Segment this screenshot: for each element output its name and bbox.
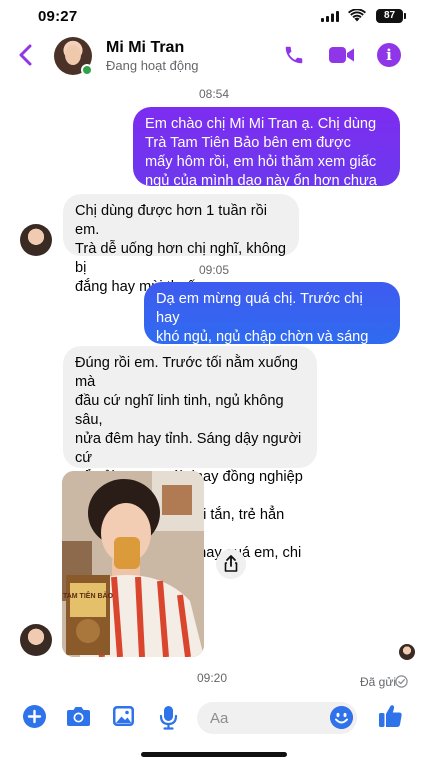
seen-avatar: [399, 644, 415, 660]
photo-image: TAM TIÊN BẢO: [62, 471, 204, 657]
back-icon[interactable]: [18, 44, 34, 66]
home-indicator: [141, 752, 287, 757]
video-icon[interactable]: [329, 46, 355, 64]
status-time: 09:27: [38, 8, 78, 25]
timestamp: 09:05: [198, 263, 230, 277]
contact-name[interactable]: Mi Mi Tran: [106, 39, 184, 57]
outgoing-message[interactable]: Dạ em mừng quá chị. Trước chị hay khó ng…: [144, 282, 400, 383]
chat-header: Mi Mi Tran Đang hoạt động i: [0, 32, 428, 82]
status-bar: 09:27 87: [0, 0, 428, 32]
battery-indicator: 87: [376, 9, 406, 23]
sent-status: Đã gửi: [360, 675, 397, 689]
shared-photo[interactable]: TAM TIÊN BẢO: [62, 471, 204, 657]
sent-check-icon: [395, 675, 408, 688]
timestamp: 08:54: [198, 87, 230, 101]
share-icon[interactable]: [216, 549, 246, 579]
composer-bar: [0, 698, 428, 738]
package-label: TAM TIÊN BẢO: [63, 591, 114, 600]
call-icon[interactable]: [283, 44, 305, 66]
outgoing-message[interactable]: Em chào chị Mi Mi Tran ạ. Chị dùng Trà T…: [133, 107, 400, 208]
camera-icon[interactable]: [66, 705, 91, 727]
contact-avatar-small[interactable]: [20, 224, 52, 256]
info-icon[interactable]: i: [377, 43, 401, 67]
plus-icon[interactable]: [23, 705, 46, 728]
signal-icon: [321, 11, 339, 22]
contact-status: Đang hoạt động: [106, 58, 199, 73]
mic-icon[interactable]: [159, 705, 178, 730]
like-icon[interactable]: [378, 703, 403, 728]
incoming-message[interactable]: Chị dùng được hơn 1 tuần rồi em. Trà dễ …: [63, 194, 299, 295]
online-indicator: [81, 64, 93, 76]
incoming-message[interactable]: Đúng rồi em. Trước tối nằm xuống mà đầu …: [63, 346, 317, 580]
gallery-icon[interactable]: [112, 705, 135, 727]
contact-avatar-small[interactable]: [20, 624, 52, 656]
wifi-icon: [348, 9, 366, 22]
emoji-icon[interactable]: [330, 706, 353, 729]
